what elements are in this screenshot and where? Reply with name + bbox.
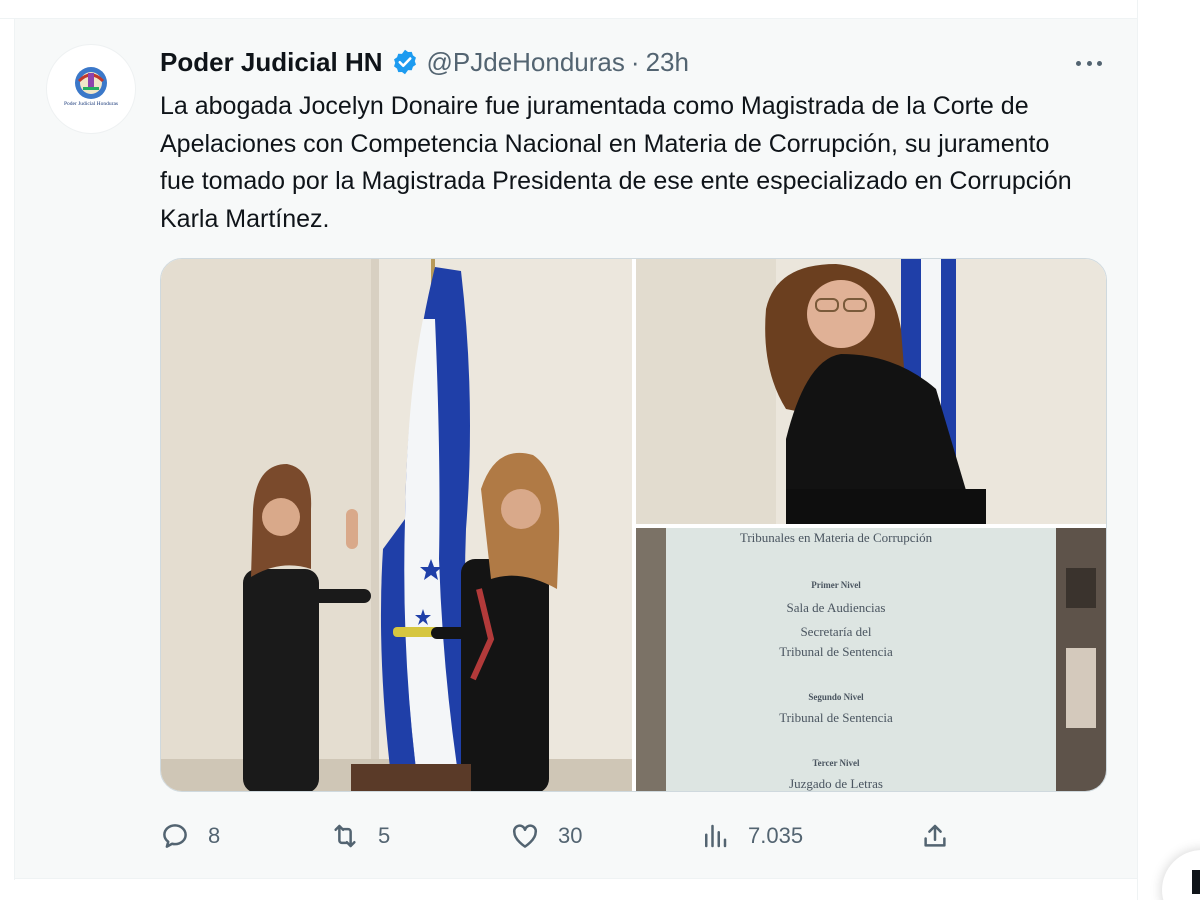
reply-count: 8: [208, 823, 221, 848]
verified-badge-icon: [391, 48, 419, 76]
left-border: [14, 18, 15, 880]
views-button[interactable]: 7.035: [700, 818, 803, 854]
bottom-divider: [14, 878, 1137, 879]
tweet-header: Poder Judicial HN @PJdeHonduras · 23h: [160, 46, 689, 78]
svg-text:Juzgado de Letras: Juzgado de Letras: [789, 776, 883, 791]
more-icon: [1076, 60, 1081, 66]
like-button[interactable]: 30: [510, 818, 582, 854]
photo-court-sign[interactable]: Tribunales en Materia de Corrupción Prim…: [636, 528, 1106, 791]
author-name[interactable]: Poder Judicial HN: [160, 47, 383, 78]
svg-text:Segundo Nivel: Segundo Nivel: [808, 692, 864, 702]
retweet-icon: [334, 824, 356, 848]
more-options-button[interactable]: [1072, 48, 1106, 78]
svg-text:Secretaría del: Secretaría del: [800, 624, 871, 639]
svg-text:Tribunal de Sentencia: Tribunal de Sentencia: [779, 644, 893, 659]
share-button[interactable]: [920, 818, 968, 854]
avatar[interactable]: Poder Judicial Honduras: [46, 44, 136, 134]
tweet-actions: 8 5 30 7.035: [160, 818, 960, 854]
reply-icon: [163, 824, 187, 848]
share-icon: [924, 824, 946, 847]
like-icon: [512, 824, 538, 848]
tweet-text: La abogada Jocelyn Donaire fue juramenta…: [160, 92, 1072, 233]
like-count: 30: [558, 823, 583, 848]
separator-dot: ·: [630, 46, 640, 77]
svg-text:Tribunal de Sentencia: Tribunal de Sentencia: [779, 710, 893, 725]
floating-widget[interactable]: [1162, 850, 1200, 900]
svg-text:Tribunales en Materia de Corru: Tribunales en Materia de Corrupción: [740, 530, 933, 545]
views-count: 7.035: [748, 823, 804, 848]
svg-text:Sala de Audiencias: Sala de Audiencias: [787, 600, 886, 615]
photo-magistrate-signing[interactable]: [636, 259, 1106, 524]
more-icon-dot: [1086, 60, 1092, 66]
views-icon: [705, 824, 727, 848]
author-handle[interactable]: @PJdeHonduras: [427, 47, 625, 78]
svg-text:Primer Nivel: Primer Nivel: [811, 580, 861, 590]
retweet-button[interactable]: 5: [330, 818, 390, 854]
retweet-count: 5: [378, 823, 391, 848]
more-icon-dot: [1097, 60, 1102, 66]
media-grid: Tribunales en Materia de Corrupción Prim…: [160, 258, 1107, 792]
photo-swearing-in[interactable]: [161, 259, 632, 791]
svg-text:Tercer Nivel: Tercer Nivel: [812, 758, 860, 768]
tweet-time[interactable]: 23h: [646, 47, 689, 78]
svg-text:Poder Judicial Honduras: Poder Judicial Honduras: [64, 101, 118, 107]
reply-button[interactable]: 8: [160, 818, 220, 854]
column-divider: [1137, 0, 1138, 900]
widget-glyph: [1192, 870, 1200, 894]
court-logo-icon: Poder Judicial Honduras: [64, 67, 118, 107]
